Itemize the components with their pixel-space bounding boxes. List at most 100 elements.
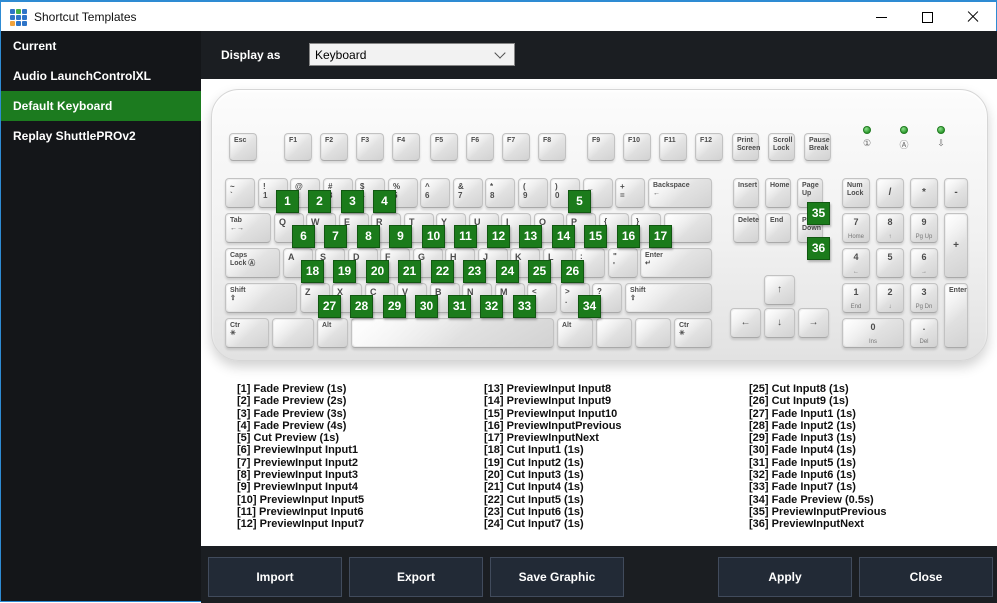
shortcut-badge-31: 31 <box>448 295 471 318</box>
shortcut-item: [30] Fade Input4 (1s) <box>749 444 856 457</box>
key-numpad-2: 2 ↓ <box>876 283 904 313</box>
shortcut-badge-34: 34 <box>578 295 601 318</box>
shortcut-item: [1] Fade Preview (1s) <box>237 383 347 395</box>
shortcut-item: [27] Fade Input1 (1s) <box>749 407 856 420</box>
key-label: & 7 <box>458 182 464 201</box>
logo-square <box>10 21 15 26</box>
key-insert: Insert <box>733 178 759 208</box>
key-num-lock: Num Lock <box>842 178 870 208</box>
shortcut-item: [3] Fade Preview (3s) <box>237 407 347 420</box>
shortcut-badge-36: 36 <box>807 237 830 260</box>
key-sublabel: ↑ <box>888 234 892 240</box>
key-label: Backspace ← <box>653 182 690 198</box>
shortcut-column-3: [25] Cut Input8 (1s) [26] Cut Input9 (1s)… <box>749 383 887 531</box>
shortcut-item: [4] Fade Preview (4s) <box>237 419 347 432</box>
apply-button[interactable]: Apply <box>718 557 852 597</box>
shortcut-item: [35] PreviewInputPrevious <box>749 505 887 518</box>
display-as-select[interactable]: Keyboard <box>309 43 515 66</box>
shortcut-column-2: [13] PreviewInput Input8 [14] PreviewInpu… <box>484 383 622 531</box>
key-label: End <box>770 217 784 224</box>
shortcut-item: [2] Fade Preview (2s) <box>237 395 347 408</box>
shortcut-badge-28: 28 <box>350 295 373 318</box>
key-sublabel: Home <box>847 234 865 240</box>
shortcut-badge-15: 15 <box>584 225 607 248</box>
shortcut-badge-3: 3 <box>341 190 364 213</box>
key-f7: F7 <box>502 133 530 161</box>
key-arrow-right: → <box>798 308 829 338</box>
key-sublabel: ← <box>853 269 859 275</box>
sidebar-item-current[interactable]: Current <box>1 31 201 61</box>
key-period: > . 34 <box>560 283 601 318</box>
sidebar-item-replay-shuttleprov2[interactable]: Replay ShuttlePROv2 <box>1 121 201 151</box>
shortcut-item: [36] PreviewInputNext <box>749 518 864 531</box>
key-numpad-8: 8 ↑ <box>876 213 904 243</box>
key-label: 3 <box>921 287 927 297</box>
shortcut-badge-12: 12 <box>487 225 510 248</box>
key-blank-2 <box>635 318 671 348</box>
shortcut-badge-30: 30 <box>415 295 438 318</box>
key-sublabel: ↓ <box>888 304 892 310</box>
key-page-up: Page Up 35 <box>797 178 830 225</box>
display-as-label: Display as <box>221 48 281 62</box>
shortcut-item: [24] Cut Input7 (1s) <box>484 518 584 531</box>
key-numpad-6: 6 → <box>910 248 938 278</box>
key-label: F12 <box>700 137 713 144</box>
save-graphic-button[interactable]: Save Graphic <box>490 557 624 597</box>
shortcut-badge-11: 11 <box>454 225 477 248</box>
key-label: Q <box>279 217 287 227</box>
display-as-value: Keyboard <box>315 47 367 62</box>
shortcut-badge-22: 22 <box>431 260 454 283</box>
close-action-button[interactable]: Close <box>859 557 993 597</box>
shortcut-badge-7: 7 <box>324 225 347 248</box>
led-indicator-2: Ⓐ <box>895 126 913 151</box>
minimize-button[interactable] <box>858 2 904 32</box>
key-label: F4 <box>397 137 406 144</box>
key-label: Delete <box>738 217 760 224</box>
key-f8: F8 <box>538 133 566 161</box>
logo-square <box>10 9 15 14</box>
key-space <box>351 318 554 348</box>
key-label: A <box>288 252 295 262</box>
key-numpad-minus: - <box>944 178 968 208</box>
led-dot <box>863 126 871 134</box>
key-digit-7: & 7 <box>453 178 483 208</box>
key-digit-1: ! 1 1 <box>258 178 299 213</box>
sidebar-item-audio-launchcontrolxl[interactable]: Audio LaunchControlXL <box>1 61 201 91</box>
key-caps-lock: Caps Lock Ⓐ <box>225 248 280 278</box>
key-ctrl-right: Ctr ✳ <box>674 318 712 348</box>
key-f12: F12 <box>695 133 723 161</box>
key-label: 4 <box>853 252 859 262</box>
title-bar: Shortcut Templates <box>1 1 996 31</box>
shortcut-badge-27: 27 <box>318 295 341 318</box>
key-numpad-7: 7 Home <box>842 213 870 243</box>
import-button[interactable]: Import <box>208 557 342 597</box>
shortcut-item: [26] Cut Input9 (1s) <box>749 395 849 408</box>
key-alt-left: Alt <box>317 318 348 348</box>
footer-bar: Import Export Save Graphic Apply Close <box>201 546 997 603</box>
logo-square <box>22 9 27 14</box>
key-sublabel: Pg Up <box>915 234 933 240</box>
key-label: Esc <box>234 137 247 144</box>
key-label: Page Up <box>802 182 819 198</box>
key-numpad-3: 3 Pg Dn <box>910 283 938 313</box>
key-digit-6: ^ 6 <box>420 178 450 208</box>
close-button[interactable] <box>950 2 996 32</box>
key-shift-left: Shift ⇧ <box>225 283 297 313</box>
led-dot <box>937 126 945 134</box>
key-label: Shift ⇧ <box>630 287 646 303</box>
key-numpad-divide: / <box>876 178 904 208</box>
logo-square <box>22 21 27 26</box>
led-symbol: ① <box>862 138 872 148</box>
shortcut-item: [7] PreviewInput Input2 <box>237 456 359 469</box>
shortcut-badge-19: 19 <box>333 260 356 283</box>
key-label: * 8 <box>490 182 495 201</box>
key-label: Home <box>770 182 790 189</box>
key-label: " ' <box>613 252 617 271</box>
maximize-button[interactable] <box>904 2 950 32</box>
sidebar-item-default-keyboard[interactable]: Default Keyboard <box>1 91 201 121</box>
key-digit-9: ( 9 <box>518 178 548 208</box>
export-button[interactable]: Export <box>349 557 483 597</box>
shortcut-badge-24: 24 <box>496 260 519 283</box>
key-label: 5 <box>887 252 893 262</box>
key-label: ( 9 <box>523 182 528 201</box>
